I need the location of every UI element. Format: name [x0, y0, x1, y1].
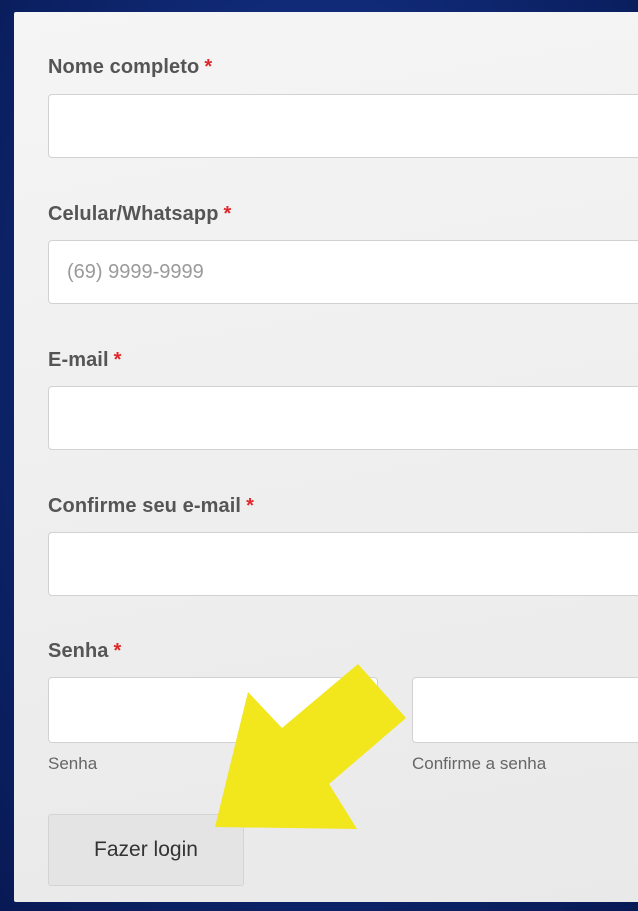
phone-input[interactable]: [48, 240, 638, 304]
full-name-input[interactable]: [48, 94, 638, 158]
required-asterisk: *: [246, 495, 254, 517]
required-asterisk: *: [113, 349, 122, 371]
registration-form: Nome completo* Celular/Whatsapp* E-mail*…: [14, 12, 638, 902]
confirm-email-input[interactable]: [48, 532, 638, 596]
password-input[interactable]: [48, 677, 378, 743]
email-label: E-mail *: [48, 349, 122, 372]
confirm-email-label: Confirme seu e-mail *: [48, 495, 254, 518]
email-input[interactable]: [48, 386, 638, 450]
phone-label: Celular/Whatsapp *: [48, 203, 231, 226]
password-sublabel: Senha: [48, 754, 98, 773]
confirm-password-sublabel: Confirme a senha: [412, 754, 547, 773]
phone-label-text: Celular/Whatsapp: [48, 203, 219, 225]
full-name-label-text: Nome completo: [48, 56, 200, 78]
login-button[interactable]: Fazer login: [48, 814, 244, 886]
full-name-label: Nome completo *: [48, 56, 212, 79]
required-asterisk: *: [223, 203, 232, 225]
confirm-password-input[interactable]: [412, 677, 638, 743]
password-label: Senha *: [48, 640, 121, 663]
password-label-text: Senha: [48, 640, 109, 662]
email-label-text: E-mail: [48, 349, 109, 371]
required-asterisk: *: [113, 640, 122, 662]
confirm-email-label-text: Confirme seu e-mail: [48, 495, 242, 517]
required-asterisk: *: [204, 56, 213, 78]
